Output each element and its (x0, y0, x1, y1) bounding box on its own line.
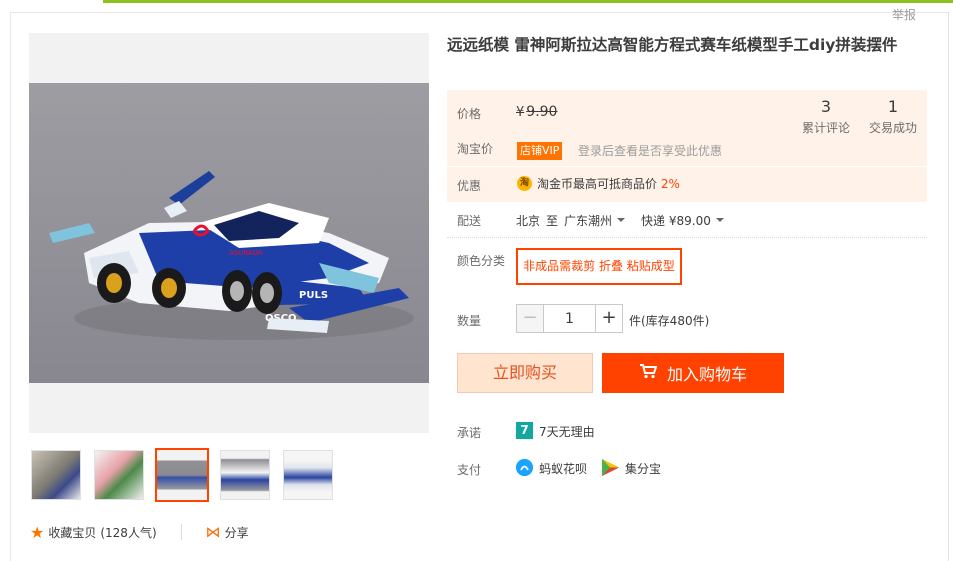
product-photo: OSCO PULS ASURADA (29, 83, 429, 383)
promise-label: 承诺 (457, 426, 482, 440)
sales-count-label: 交易成功 (868, 121, 917, 135)
review-count-label: 累计评论 (801, 121, 850, 135)
quantity-decrease-button[interactable]: − (516, 304, 544, 333)
currency-symbol: ¥ (516, 105, 525, 120)
star-icon: ★ (30, 522, 45, 542)
thumbnail-4[interactable] (220, 450, 270, 500)
shipping-label: 配送 (457, 214, 482, 228)
thumbnail-5[interactable] (283, 450, 333, 500)
ship-to-word: 至 (546, 214, 559, 228)
svg-text:ASURADA: ASURADA (229, 249, 263, 257)
thumbnail-1[interactable] (31, 450, 81, 500)
vip-badge: 店铺VIP (517, 142, 563, 160)
svg-text:PULS: PULS (299, 290, 328, 301)
payment-huabei[interactable]: 蚂蚁花呗 (539, 460, 587, 477)
social-bar: ★ 收藏宝贝 (128人气) ⋈ 分享 (30, 522, 249, 542)
dotted-divider (447, 237, 927, 238)
taobao-price-label: 淘宝价 (457, 142, 494, 156)
sku-label: 颜色分类 (457, 254, 506, 268)
huabei-icon (516, 459, 533, 476)
panel-divider (447, 166, 927, 167)
sales-count: 1 交易成功 (865, 98, 921, 136)
quantity-increase-button[interactable]: + (595, 304, 623, 333)
price-panel: 价格 ¥9.90 3 累计评论 1 交易成功 淘宝价 店铺VIP 登录后查看是否… (447, 90, 927, 202)
thumbnail-3[interactable] (155, 448, 209, 502)
thumbnail-strip (29, 448, 349, 502)
sales-count-value: 1 (887, 97, 899, 116)
report-link[interactable]: 举报 (892, 6, 916, 23)
ship-from: 北京 (516, 214, 541, 228)
cart-icon (639, 363, 658, 383)
jifenbao-icon (602, 459, 619, 476)
share-icon: ⋈ (205, 523, 221, 541)
chevron-down-icon[interactable] (617, 217, 626, 222)
payment-label: 支付 (457, 463, 482, 477)
stock-text: 件(库存480件) (629, 314, 710, 328)
price-value: 9.90 (526, 104, 558, 120)
race-car-image: OSCO PULS ASURADA (29, 83, 429, 383)
coin-discount-percent: 2% (660, 177, 680, 191)
divider (180, 524, 182, 540)
coin-discount-label: 淘金币最高可抵商品价 (537, 177, 658, 191)
quantity-stepper: − + (516, 304, 623, 333)
top-accent-bar (0, 0, 953, 3)
chevron-down-icon[interactable] (715, 217, 724, 222)
ship-method-select[interactable]: 快递 ¥89.00 (641, 212, 711, 229)
product-title: 远远纸模 雷神阿斯拉达高智能方程式赛车纸模型手工diy拼装摆件 (447, 36, 898, 54)
quantity-label: 数量 (457, 314, 482, 328)
frame-divider (948, 12, 949, 561)
promo-label: 优惠 (457, 179, 482, 193)
sku-option-selected[interactable]: 非成品需裁剪 折叠 粘贴成型 (516, 248, 682, 285)
taojinbi-coin-icon: 淘 (517, 176, 532, 191)
add-to-cart-label: 加入购物车 (666, 365, 747, 384)
review-count-value: 3 (820, 97, 832, 116)
share-button[interactable]: ⋈ 分享 (206, 523, 249, 541)
quantity-input[interactable] (544, 304, 595, 333)
coin-discount-text: 淘金币最高可抵商品价 2% (537, 176, 680, 192)
review-count[interactable]: 3 累计评论 (801, 98, 851, 136)
favorite-button[interactable]: ★ 收藏宝贝 (128人气) (30, 523, 157, 542)
original-price: ¥9.90 (516, 104, 557, 120)
thumbnail-2[interactable] (94, 450, 144, 500)
popularity-count: (128人气) (100, 525, 157, 540)
price-label: 价格 (457, 107, 482, 121)
vip-login-link[interactable]: 登录后查看是否享受此优惠 (578, 142, 722, 160)
buy-now-button[interactable]: 立即购买 (457, 353, 593, 393)
promise-text[interactable]: 7天无理由 (539, 423, 595, 440)
seven-day-return-icon: 7 (516, 422, 533, 439)
shipping-info: 北京 至 广东潮州 快递 ¥89.00 (516, 212, 740, 229)
payment-jifenbao[interactable]: 集分宝 (625, 460, 661, 477)
favorite-label: 收藏宝贝 (48, 525, 97, 540)
share-label: 分享 (224, 525, 249, 540)
ship-destination-select[interactable]: 广东潮州 (564, 212, 612, 229)
main-product-image[interactable]: OSCO PULS ASURADA (29, 33, 429, 433)
add-to-cart-button[interactable]: 加入购物车 (602, 353, 784, 393)
